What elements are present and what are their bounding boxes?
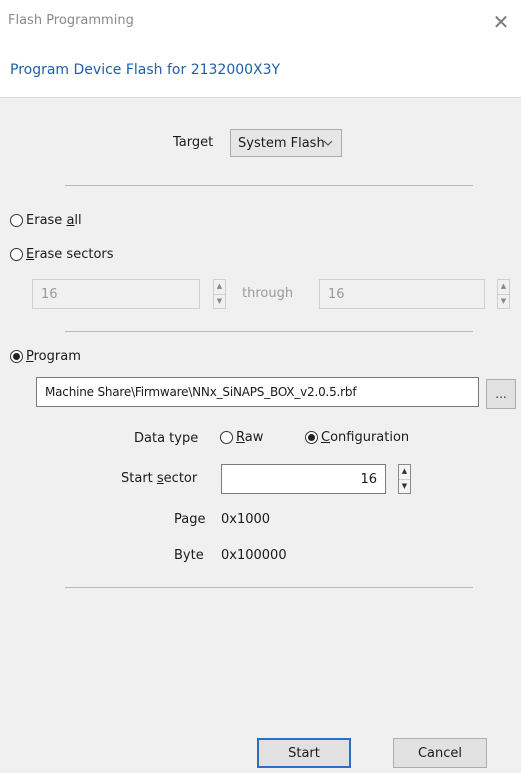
erase-all-radio-circle[interactable] xyxy=(10,214,23,227)
erase-all-radio[interactable]: Erase all xyxy=(10,213,82,228)
chevron-down-icon xyxy=(323,140,333,146)
dialog-heading: Program Device Flash for 2132000X3Y xyxy=(10,62,281,78)
configuration-radio[interactable]: Configuration xyxy=(305,430,409,445)
browse-button[interactable]: ... xyxy=(486,379,516,409)
stepper-down-icon[interactable]: ▼ xyxy=(214,293,225,309)
start-sector-input[interactable]: 16 xyxy=(221,464,386,494)
target-label: Target xyxy=(173,135,214,150)
configuration-radio-circle[interactable] xyxy=(305,431,318,444)
dialog-header: Program Device Flash for 2132000X3Y xyxy=(0,44,521,98)
stepper-down-icon[interactable]: ▼ xyxy=(498,293,509,309)
erase-sectors-radio[interactable]: Erase sectors xyxy=(10,247,114,262)
program-file-path: Machine Share\Firmware\NNx_SiNAPS_BOX_v2… xyxy=(45,385,357,399)
start-sector-label: Start sector xyxy=(121,471,198,486)
program-radio-circle[interactable] xyxy=(10,350,23,363)
program-label: Program xyxy=(26,349,81,364)
erase-to-value: 16 xyxy=(328,286,345,302)
page-label: Page xyxy=(174,512,206,527)
program-file-input[interactable]: Machine Share\Firmware\NNx_SiNAPS_BOX_v2… xyxy=(36,377,479,407)
stepper-down-icon[interactable]: ▼ xyxy=(399,478,410,494)
erase-from-value: 16 xyxy=(41,286,58,302)
data-type-label: Data type xyxy=(134,431,199,446)
page-value: 0x1000 xyxy=(221,512,271,527)
start-button-label: Start xyxy=(288,745,320,761)
start-button[interactable]: Start xyxy=(257,738,351,768)
raw-radio[interactable]: Raw xyxy=(220,430,263,445)
erase-to-input[interactable]: 16 xyxy=(319,279,485,309)
stepper-up-icon[interactable]: ▲ xyxy=(214,280,225,294)
raw-label: Raw xyxy=(236,430,264,445)
erase-all-label: Erase all xyxy=(26,213,82,228)
start-sector-stepper[interactable]: ▲ ▼ xyxy=(398,464,411,494)
target-dropdown[interactable]: System Flash xyxy=(230,129,342,157)
erase-sectors-radio-circle[interactable] xyxy=(10,248,23,261)
raw-radio-circle[interactable] xyxy=(220,431,233,444)
erase-to-stepper[interactable]: ▲ ▼ xyxy=(497,279,510,309)
title-bar: Flash Programming ✕ xyxy=(0,0,521,44)
ellipsis-icon: ... xyxy=(495,387,507,401)
stepper-up-icon[interactable]: ▲ xyxy=(498,280,509,294)
separator-3 xyxy=(65,587,473,588)
target-dropdown-value: System Flash xyxy=(238,135,325,151)
separator-2 xyxy=(65,331,473,332)
dialog-body: Target System Flash Erase all Erase sect… xyxy=(0,98,521,773)
erase-from-input[interactable]: 16 xyxy=(32,279,200,309)
cancel-button-label: Cancel xyxy=(417,745,463,761)
program-radio[interactable]: Program xyxy=(10,349,81,364)
separator-1 xyxy=(65,185,473,186)
close-icon: ✕ xyxy=(492,10,510,34)
close-button[interactable]: ✕ xyxy=(487,8,515,36)
cancel-button[interactable]: Cancel xyxy=(393,738,487,768)
byte-label: Byte xyxy=(174,548,204,563)
erase-from-stepper[interactable]: ▲ ▼ xyxy=(213,279,226,309)
byte-value: 0x100000 xyxy=(221,548,287,563)
window-title: Flash Programming xyxy=(8,13,134,28)
stepper-up-icon[interactable]: ▲ xyxy=(399,465,410,479)
through-label: through xyxy=(242,286,294,301)
erase-sectors-label: Erase sectors xyxy=(26,247,114,262)
configuration-label: Configuration xyxy=(321,430,410,445)
start-sector-value: 16 xyxy=(360,471,377,487)
